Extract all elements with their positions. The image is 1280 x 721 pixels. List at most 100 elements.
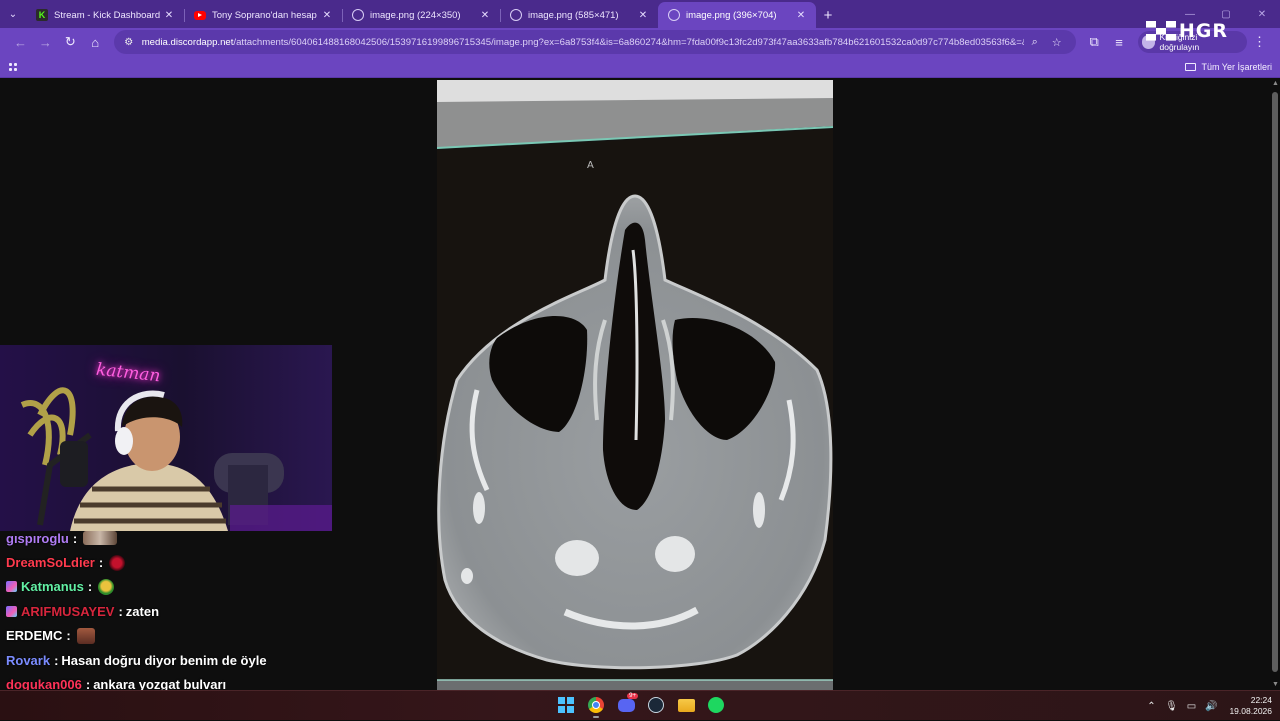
apps-grid-icon[interactable]	[8, 61, 18, 72]
chat-overlay: gıspıroglu: DreamSoLdier: Katmanus: ARIFMUS…	[0, 526, 420, 690]
globe-icon	[668, 9, 680, 21]
taskbar-discord[interactable]: 9+	[614, 693, 638, 717]
chat-separator: :	[66, 628, 71, 644]
folder-icon	[1185, 62, 1197, 71]
windows-logo-icon	[558, 697, 574, 713]
media-controls-icon[interactable]: ≡	[1107, 30, 1132, 55]
tab-close-icon[interactable]: ✕	[320, 10, 334, 21]
chrome-icon	[588, 697, 604, 713]
discord-notification-badge: 9+	[627, 693, 638, 699]
minimize-icon[interactable]: —	[1172, 9, 1208, 20]
chat-message: DreamSoLdier:	[0, 550, 420, 574]
microphone-icon[interactable]: 🎙	[1161, 701, 1181, 712]
volume-icon[interactable]: 🔊	[1201, 701, 1221, 712]
chat-emote-icon	[98, 578, 115, 595]
tab-title: Tony Soprano'dan hesap racon	[212, 9, 320, 21]
page-viewport: A katman gıspıroglu: DreamSoLdier: Kat…	[0, 78, 1270, 690]
back-icon[interactable]: ←	[8, 30, 33, 55]
address-bar[interactable]: ⚙ media.discordapp.net/attachments/60406…	[113, 30, 1076, 54]
reload-icon[interactable]: ↻	[58, 30, 83, 55]
chat-separator: :	[87, 579, 93, 595]
menu-kebab-icon[interactable]: ⋮	[1247, 30, 1272, 55]
chat-separator: :	[98, 555, 104, 571]
chat-separator: :	[72, 530, 78, 546]
tray-overflow-chevron-icon[interactable]: ⌃	[1141, 701, 1161, 712]
all-bookmarks-button[interactable]: Tüm Yer İşaretleri	[1185, 62, 1272, 72]
tab-title: image.png (585×471)	[528, 9, 619, 21]
all-bookmarks-label: Tüm Yer İşaretleri	[1201, 61, 1272, 72]
chat-message: Rovark: Hasan doğru diyor benim de öyle	[0, 648, 420, 672]
start-button[interactable]	[554, 693, 578, 717]
url-path: /attachments/604061488168042506/15397161…	[233, 36, 1024, 48]
tab-close-icon[interactable]: ✕	[478, 10, 492, 21]
chat-username[interactable]: DreamSoLdier	[6, 555, 95, 570]
chat-separator: :	[54, 652, 59, 668]
chat-emote-icon	[109, 554, 126, 571]
site-info-icon[interactable]: ⚙	[122, 35, 136, 49]
scroll-thumb[interactable]	[1272, 92, 1278, 672]
ct-scan-image[interactable]: A	[437, 80, 833, 690]
chat-message: Katmanus:	[0, 575, 420, 599]
chat-text: ankara yozgat bulvarı	[93, 677, 227, 690]
chat-username[interactable]: Rovark	[6, 653, 50, 668]
tab-search-chevron-icon[interactable]: ⌄	[0, 0, 26, 28]
clock-time: 22:24	[1250, 695, 1272, 705]
clock[interactable]: 22:24 19.08.2026	[1229, 695, 1272, 717]
subscriber-badge-icon	[6, 605, 17, 617]
chat-username[interactable]: dogukan006	[6, 677, 82, 690]
tab-strip: ⌄ K Stream - Kick Dashboard ✕ Tony Soprano'…	[0, 0, 1280, 28]
tab-title: image.png (224×350)	[370, 9, 461, 21]
chat-emote-icon	[76, 627, 95, 644]
steam-icon	[648, 697, 664, 713]
chat-username[interactable]: ERDEMC	[6, 628, 62, 643]
discord-icon	[617, 698, 635, 712]
system-tray: ⌃ 🎙 ▭ 🔊 22:24 19.08.2026	[1141, 691, 1272, 721]
tab-close-icon[interactable]: ✕	[636, 10, 650, 21]
zoom-icon[interactable]: ⌕	[1024, 36, 1046, 49]
chat-message: dogukan006: ankara yozgat bulvarı	[0, 672, 420, 690]
home-icon[interactable]: ⌂	[83, 30, 108, 55]
chat-username[interactable]: Katmanus	[21, 579, 84, 594]
scroll-down-icon[interactable]: ▼	[1272, 681, 1279, 688]
chat-message: gıspıroglu:	[0, 526, 420, 550]
browser-tab[interactable]: K Stream - Kick Dashboard ✕	[26, 2, 184, 28]
network-icon[interactable]: ▭	[1181, 701, 1201, 712]
chat-message: ARIFMUSAYEV: zaten	[0, 599, 420, 623]
webcam-overlay: katman	[0, 345, 332, 531]
clock-date: 19.08.2026	[1229, 706, 1272, 716]
windows-taskbar: 9+ ⌃ 🎙 ▭ 🔊 22:24 19.08.2026	[0, 690, 1280, 720]
page-scrollbar[interactable]: ▲ ▼	[1270, 78, 1280, 690]
scroll-up-icon[interactable]: ▲	[1272, 80, 1279, 87]
bookmarks-bar: Tüm Yer İşaretleri	[0, 56, 1280, 78]
chat-separator: :	[85, 677, 91, 690]
maximize-icon[interactable]: ▢	[1208, 9, 1244, 20]
browser-tab[interactable]: Tony Soprano'dan hesap racon✕	[184, 2, 342, 28]
globe-icon	[510, 9, 522, 21]
tab-title: image.png (396×704)	[686, 9, 777, 21]
browser-tab[interactable]: image.png (396×704) ✕	[658, 2, 816, 28]
taskbar-file-explorer[interactable]	[674, 693, 698, 717]
tab-close-icon[interactable]: ✕	[162, 10, 176, 21]
chat-text: zaten	[125, 603, 160, 619]
ct-scan-drawing: A	[437, 80, 833, 690]
browser-tab[interactable]: image.png (224×350) ✕	[342, 2, 500, 28]
youtube-icon	[194, 10, 206, 20]
extensions-icon[interactable]: ⧉	[1082, 30, 1107, 55]
chat-emote-icon	[83, 531, 118, 546]
taskbar-steam[interactable]	[644, 693, 668, 717]
tab-title: Stream - Kick Dashboard	[54, 9, 161, 21]
taskbar-spotify[interactable]	[704, 693, 728, 717]
close-window-icon[interactable]: ✕	[1244, 9, 1280, 20]
bookmark-star-icon[interactable]: ☆	[1046, 36, 1068, 49]
url-text[interactable]: media.discordapp.net/attachments/6040614…	[142, 37, 1024, 48]
kick-icon: K	[36, 9, 48, 21]
browser-tab[interactable]: image.png (585×471) ✕	[500, 2, 658, 28]
chat-username[interactable]: gıspıroglu	[6, 531, 69, 546]
chat-separator: :	[118, 603, 123, 619]
taskbar-chrome[interactable]	[584, 693, 608, 718]
chat-username[interactable]: ARIFMUSAYEV	[21, 604, 114, 619]
tab-close-icon[interactable]: ✕	[794, 10, 808, 21]
new-tab-button[interactable]: +	[816, 2, 840, 28]
forward-icon[interactable]: →	[33, 30, 58, 55]
globe-icon	[352, 9, 364, 21]
